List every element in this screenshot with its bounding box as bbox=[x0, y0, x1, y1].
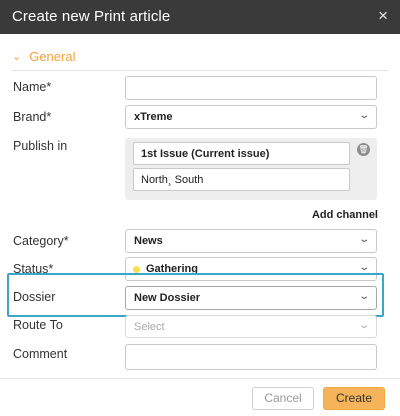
section-divider bbox=[12, 70, 388, 71]
chevron-down-icon: ⌄ bbox=[357, 291, 370, 302]
publish-in-label: Publish in bbox=[13, 139, 68, 153]
chevron-down-icon: ⌄ bbox=[12, 50, 22, 63]
create-button[interactable]: Create bbox=[323, 387, 385, 410]
close-icon[interactable]: × bbox=[378, 7, 388, 25]
chevron-down-icon: ⌄ bbox=[357, 262, 370, 273]
add-channel-link[interactable]: Add channel bbox=[312, 209, 378, 221]
name-input[interactable] bbox=[125, 76, 377, 100]
editions-input[interactable]: North¸ South bbox=[133, 168, 350, 191]
route-to-placeholder: Select bbox=[134, 321, 165, 333]
dossier-label: Dossier bbox=[13, 290, 56, 304]
route-to-label: Route To bbox=[13, 318, 63, 332]
category-select[interactable]: News ⌄ bbox=[125, 229, 377, 253]
dialog-titlebar: Create new Print article × bbox=[0, 0, 400, 34]
chevron-down-icon: ⌄ bbox=[357, 320, 370, 331]
issue-select[interactable]: 1st Issue (Current issue) bbox=[133, 142, 350, 165]
route-to-select[interactable]: Select ⌄ bbox=[125, 315, 377, 338]
chevron-down-icon: ⌄ bbox=[357, 110, 370, 121]
footer-divider bbox=[0, 378, 400, 379]
dossier-select[interactable]: New Dossier ⌄ bbox=[125, 286, 377, 310]
section-label: General bbox=[29, 48, 76, 64]
issue-value: 1st Issue (Current issue) bbox=[141, 148, 270, 160]
brand-select[interactable]: xTreme ⌄ bbox=[125, 105, 377, 129]
trash-icon[interactable]: 🗑 bbox=[357, 143, 370, 156]
cancel-button[interactable]: Cancel bbox=[252, 387, 314, 410]
dialog-title: Create new Print article bbox=[12, 8, 171, 25]
dossier-value: New Dossier bbox=[134, 292, 201, 304]
brand-value: xTreme bbox=[134, 111, 173, 123]
status-dot-icon bbox=[133, 266, 140, 273]
chevron-down-icon: ⌄ bbox=[357, 234, 370, 245]
editions-value: North¸ South bbox=[141, 174, 204, 186]
comment-textarea[interactable] bbox=[125, 344, 377, 370]
category-value: News bbox=[134, 235, 163, 247]
category-label: Category* bbox=[13, 234, 69, 248]
comment-label: Comment bbox=[13, 347, 68, 361]
brand-label: Brand* bbox=[13, 110, 52, 124]
section-general[interactable]: ⌄ General bbox=[12, 47, 75, 65]
name-label: Name* bbox=[13, 80, 52, 94]
